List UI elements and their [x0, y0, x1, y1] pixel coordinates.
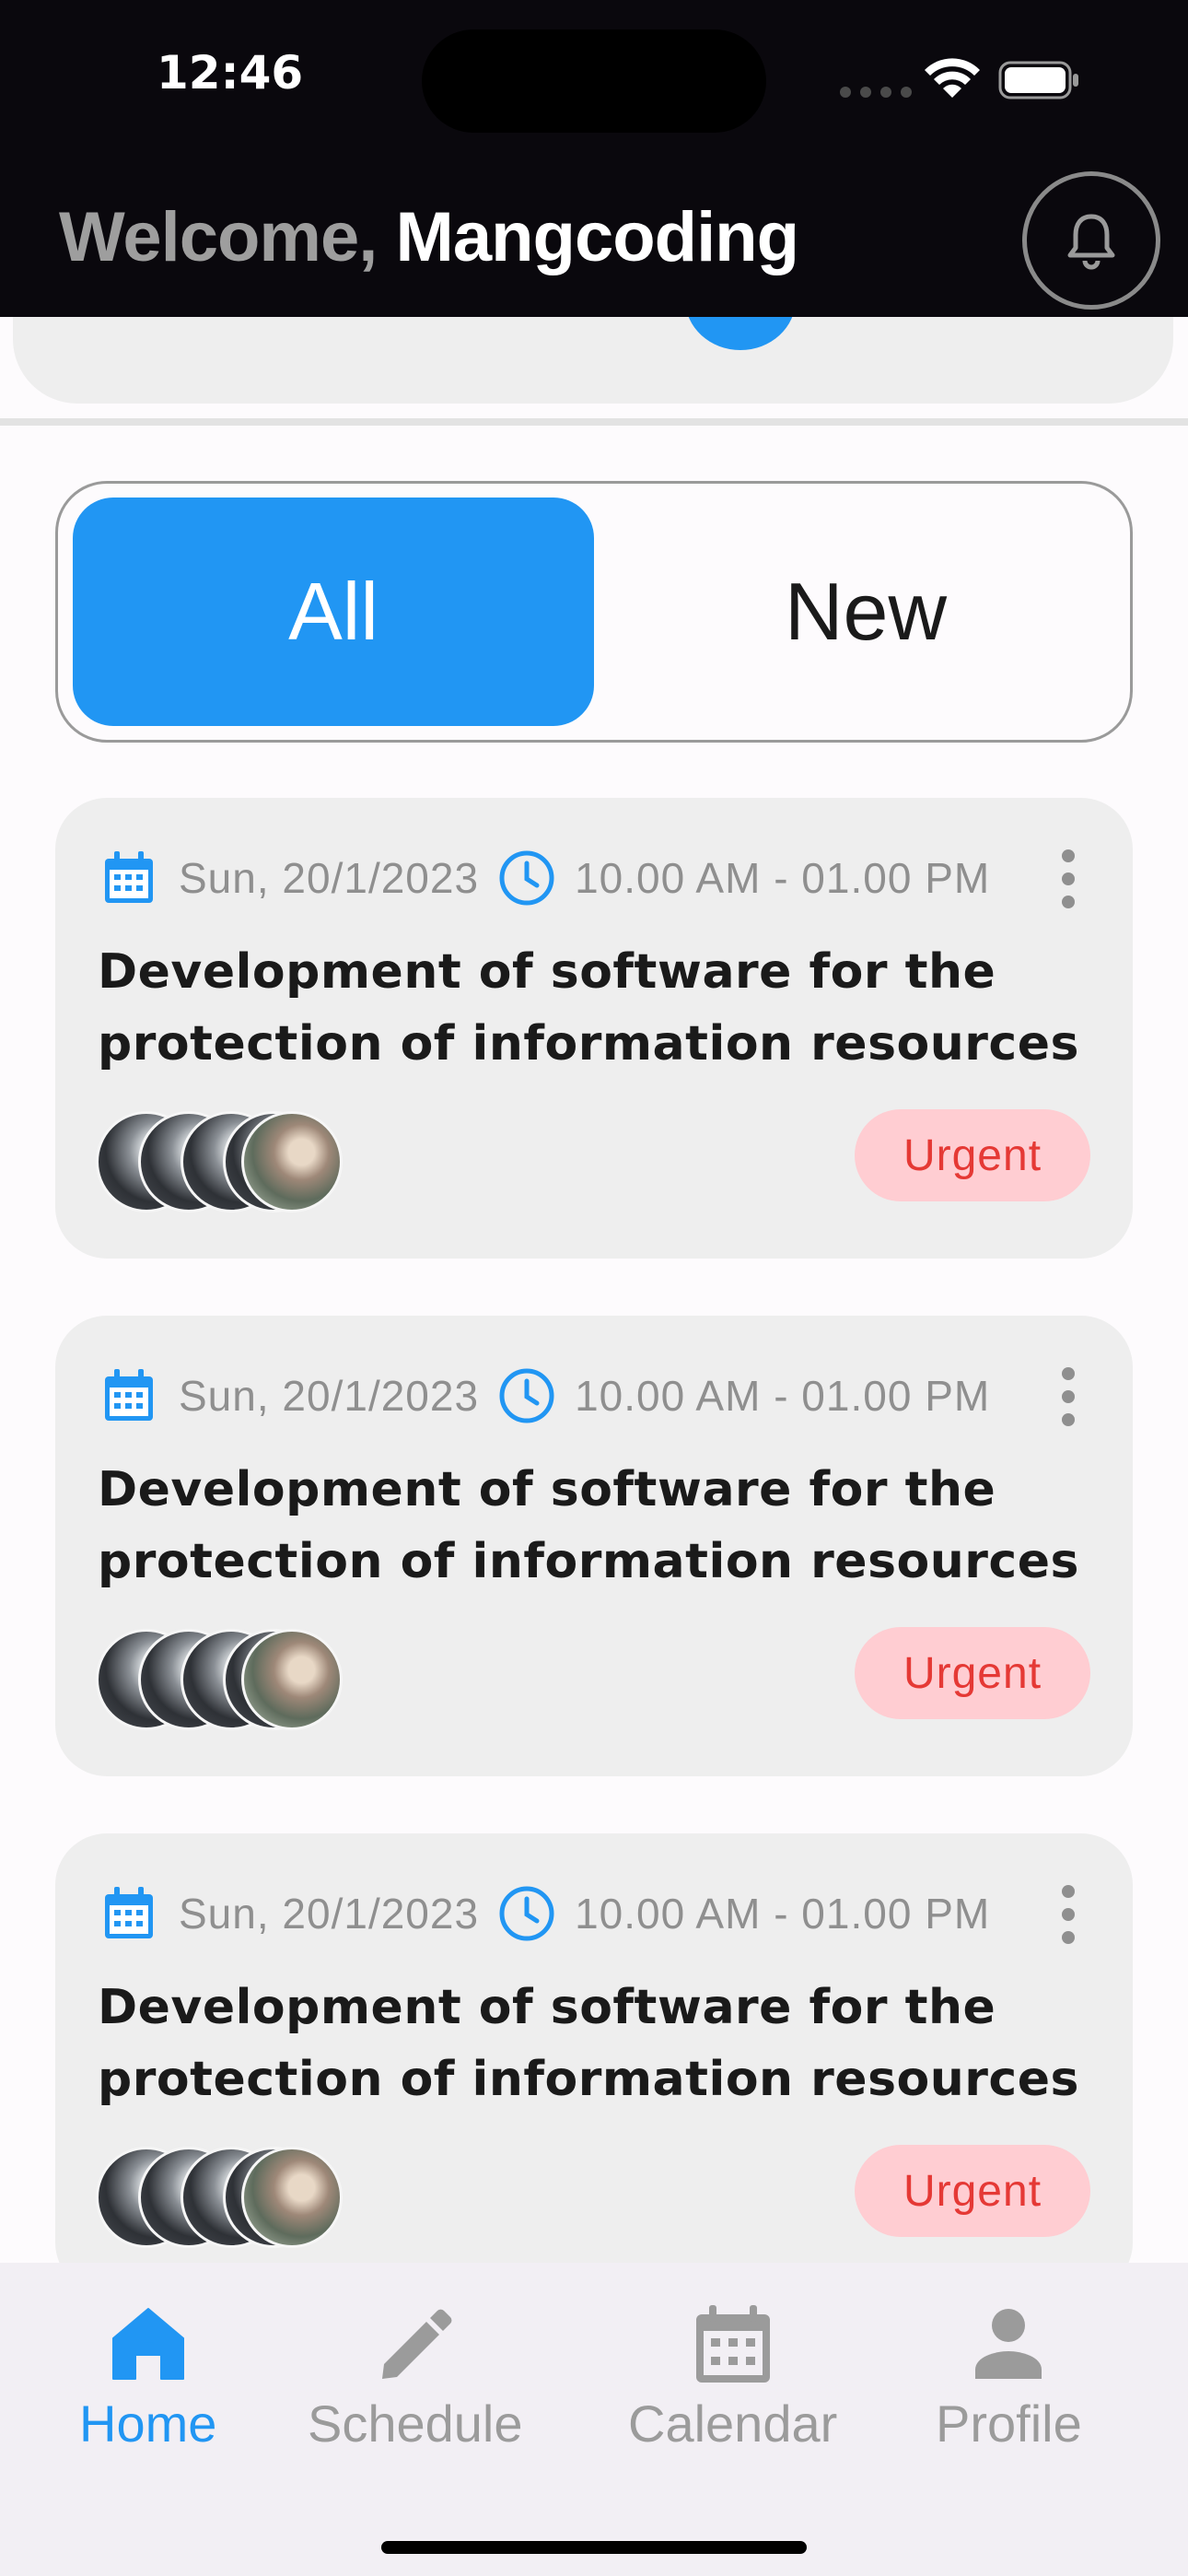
task-time: 10.00 AM - 01.00 PM [575, 854, 991, 902]
notifications-button[interactable] [1022, 171, 1160, 310]
task-meta: Sun, 20/1/2023 10.00 AM - 01.00 PM [101, 846, 990, 910]
calendar-icon [105, 1887, 153, 1938]
calendar-icon [105, 851, 153, 903]
task-date: Sun, 20/1/2023 [179, 854, 480, 902]
dynamic-island [422, 29, 766, 133]
avatar [241, 1111, 343, 1212]
assignee-avatars [96, 1629, 354, 1730]
section-divider [0, 418, 1188, 426]
more-options-icon[interactable] [1059, 849, 1077, 908]
app-screen: 12:46 Welcome, Mangcoding All New Sun, 2… [0, 0, 1188, 2576]
battery-icon [998, 61, 1078, 100]
nav-item-schedule[interactable]: Schedule [308, 2300, 523, 2453]
home-indicator[interactable] [381, 2541, 807, 2554]
task-date: Sun, 20/1/2023 [179, 1890, 480, 1938]
bottom-navigation: Home Schedule Calendar Profile [0, 2263, 1188, 2576]
priority-badge: Urgent [855, 1627, 1090, 1719]
home-icon [111, 2308, 184, 2380]
cellular-signal-icon [840, 87, 912, 98]
nav-item-profile[interactable]: Profile [936, 2300, 1082, 2453]
clock-icon [499, 1886, 554, 1941]
clock-icon [499, 850, 554, 906]
task-title: Development of software for the protecti… [98, 1462, 1079, 1589]
tab-new[interactable]: New [611, 498, 1121, 726]
priority-badge: Urgent [855, 2145, 1090, 2237]
nav-item-calendar[interactable]: Calendar [628, 2300, 837, 2453]
nav-label-home: Home [79, 2395, 217, 2453]
task-card[interactable]: Sun, 20/1/2023 10.00 AM - 01.00 PM Devel… [55, 798, 1133, 1259]
app-header: 12:46 Welcome, Mangcoding [0, 0, 1188, 317]
assignee-avatars [96, 1111, 354, 1212]
nav-label-calendar: Calendar [628, 2395, 838, 2453]
nav-item-home[interactable]: Home [79, 2300, 216, 2453]
task-card[interactable]: Sun, 20/1/2023 10.00 AM - 01.00 PM Devel… [55, 1316, 1133, 1776]
more-options-icon[interactable] [1059, 1885, 1077, 1944]
avatar [241, 2147, 343, 2248]
calendar-icon [695, 2305, 770, 2383]
nav-label-profile: Profile [936, 2395, 1082, 2453]
avatar [241, 1629, 343, 1730]
priority-badge: Urgent [855, 1109, 1090, 1201]
task-date: Sun, 20/1/2023 [179, 1372, 480, 1420]
user-name: Mangcoding [395, 198, 800, 276]
task-meta: Sun, 20/1/2023 10.00 AM - 01.00 PM [101, 1881, 990, 1946]
pencil-icon [381, 2309, 452, 2379]
calendar-icon [105, 1369, 153, 1421]
status-time: 12:46 [157, 46, 304, 100]
task-title: Development of software for the protecti… [98, 1980, 1079, 2107]
task-title: Development of software for the protecti… [98, 944, 1079, 1071]
assignee-avatars [96, 2147, 354, 2248]
bell-icon [1067, 214, 1115, 270]
clock-icon [499, 1368, 554, 1423]
task-meta: Sun, 20/1/2023 10.00 AM - 01.00 PM [101, 1364, 990, 1428]
task-time: 10.00 AM - 01.00 PM [575, 1372, 991, 1420]
wifi-icon [925, 58, 980, 98]
person-icon [975, 2309, 1042, 2379]
more-options-icon[interactable] [1059, 1367, 1077, 1426]
nav-label-schedule: Schedule [308, 2395, 523, 2453]
task-time: 10.00 AM - 01.00 PM [575, 1890, 991, 1938]
tab-all[interactable]: All [73, 498, 594, 726]
welcome-prefix: Welcome, [59, 198, 378, 276]
task-filter-tabs: All New [55, 481, 1133, 743]
welcome-heading: Welcome, Mangcoding [59, 197, 800, 277]
task-card[interactable]: Sun, 20/1/2023 10.00 AM - 01.00 PM Devel… [55, 1833, 1133, 2294]
